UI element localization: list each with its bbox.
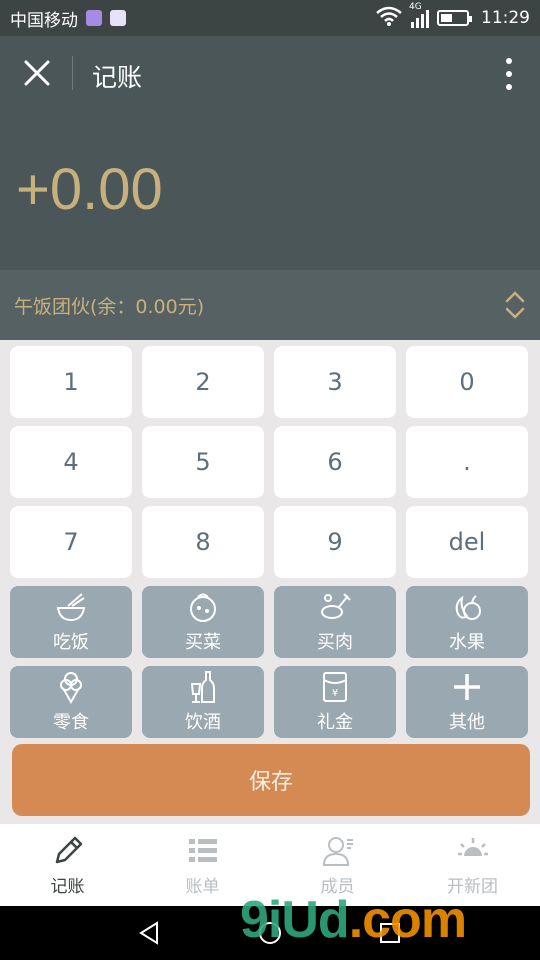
category-eat-button[interactable]: 吃饭	[10, 586, 132, 658]
header: 记账 +0.00	[0, 36, 540, 270]
key-5[interactable]: 5	[142, 426, 264, 498]
category-label: 买菜	[185, 632, 221, 653]
key-del[interactable]: del	[406, 506, 528, 578]
key-7[interactable]: 7	[10, 506, 132, 578]
category-label: 饮酒	[185, 712, 221, 733]
category-label: 其他	[449, 712, 485, 733]
more-icon-dot	[506, 71, 512, 77]
ice-cream-icon	[60, 672, 82, 704]
key-dot[interactable]: .	[406, 426, 528, 498]
pencil-icon	[55, 836, 82, 863]
tab-label: 账单	[185, 876, 220, 897]
bottle-icon	[190, 671, 215, 703]
huawei-notification-icon	[110, 10, 126, 26]
key-8[interactable]: 8	[142, 506, 264, 578]
watermark-suffix: .com	[348, 891, 467, 949]
category-label: 礼金	[317, 712, 353, 733]
category-snack-button[interactable]: 零食	[10, 666, 132, 738]
group-selector[interactable]: 午饭团伙(余：0.00元)	[0, 270, 540, 340]
carrier-name: 中国移动	[10, 10, 78, 31]
person-icon	[322, 836, 353, 866]
fruit-icon	[455, 595, 481, 620]
save-button[interactable]: 保存	[12, 744, 530, 816]
list-icon	[188, 838, 217, 862]
category-label: 买肉	[317, 632, 353, 653]
site-watermark: 9iUd.com	[240, 890, 467, 950]
meat-icon	[321, 593, 351, 619]
plus-icon	[454, 674, 480, 700]
watermark-brand: 9iUd	[240, 891, 350, 949]
amount-display: +0.00	[16, 157, 163, 222]
signal-icon: 4G	[409, 2, 429, 28]
more-icon-dot	[506, 84, 512, 90]
back-nav-button[interactable]	[135, 918, 165, 948]
status-bar: 中国移动 4G 11:29	[0, 0, 540, 36]
close-icon	[24, 60, 50, 86]
tab-bookkeeping[interactable]: 记账	[0, 824, 135, 906]
back-triangle-icon	[139, 921, 158, 945]
category-vegetable-button[interactable]: 买菜	[142, 586, 264, 658]
battery-icon	[437, 10, 472, 26]
category-meat-button[interactable]: 买肉	[274, 586, 396, 658]
key-9[interactable]: 9	[274, 506, 396, 578]
chevron-up-down-icon	[505, 291, 525, 319]
header-divider	[72, 56, 73, 90]
sun-icon	[457, 837, 488, 856]
key-3[interactable]: 3	[274, 346, 396, 418]
key-1[interactable]: 1	[10, 346, 132, 418]
category-drink-button[interactable]: 饮酒	[142, 666, 264, 738]
wifi-icon	[375, 6, 403, 31]
category-other-button[interactable]: 其他	[406, 666, 528, 738]
category-gift-money-button[interactable]: ¥ 礼金	[274, 666, 396, 738]
more-icon-dot	[506, 58, 512, 64]
vegetable-icon	[190, 593, 216, 622]
key-4[interactable]: 4	[10, 426, 132, 498]
key-6[interactable]: 6	[274, 426, 396, 498]
close-button[interactable]	[20, 56, 54, 90]
red-envelope-icon: ¥	[323, 672, 347, 702]
network-type-label: 4G	[409, 2, 422, 12]
bowl-icon	[56, 593, 86, 622]
keypad: 1 2 3 0 4 5 6 . 7 8 9 del 吃饭 买菜 买肉 水果 零食…	[10, 346, 528, 738]
category-label: 吃饭	[53, 632, 89, 653]
category-label: 水果	[449, 632, 485, 653]
gallery-notification-icon	[86, 10, 102, 26]
category-fruit-button[interactable]: 水果	[406, 586, 528, 658]
key-0[interactable]: 0	[406, 346, 528, 418]
clock: 11:29	[481, 8, 530, 28]
key-2[interactable]: 2	[142, 346, 264, 418]
category-label: 零食	[53, 712, 89, 733]
group-label: 午饭团伙(余：0.00元)	[14, 295, 205, 318]
page-title: 记账	[92, 63, 143, 92]
tab-label: 记账	[50, 876, 85, 897]
more-options-button[interactable]	[500, 54, 518, 94]
svg-text:¥: ¥	[332, 688, 338, 699]
